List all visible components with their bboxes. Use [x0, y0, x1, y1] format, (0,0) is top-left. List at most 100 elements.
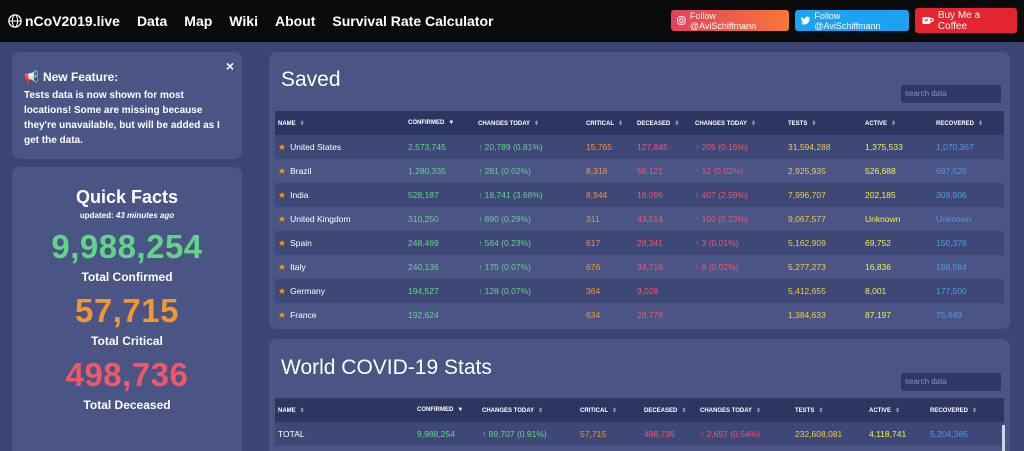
table-row[interactable]: ★ India 528,187 ↑ 18,741 (3.68%) 8,944 16,096… — [275, 183, 1004, 207]
star-icon[interactable]: ★ — [278, 166, 286, 176]
world-table: NAME ⬍ CONFIRMED ▼ CHANGES TODAY ⬍ CRITICAL… — [275, 398, 1004, 446]
recovered-cell-text: 188,584 — [936, 262, 967, 272]
active-cell-text: 1,375,533 — [865, 142, 903, 152]
col-header-critical[interactable]: CRITICAL ⬍ — [583, 111, 634, 135]
country-name: ★ United States — [275, 135, 405, 159]
quick-facts-panel: Quick Facts updated: 43 minutes ago 9,98… — [12, 167, 242, 451]
confirmed-cell: 1,280,335 — [405, 159, 475, 183]
confirmed-cell-text: 248,469 — [408, 238, 439, 248]
tests-cell: 1,384,633 — [785, 303, 862, 327]
table-row[interactable]: TOTAL 9,988,254 ↑ 89,707 (0.91%) 57,715 498,… — [275, 422, 1004, 446]
star-icon[interactable]: ★ — [278, 142, 286, 152]
active-cell-text: Unknown — [865, 214, 901, 224]
world-search-input[interactable]: search data — [901, 373, 1001, 391]
buy-coffee-button[interactable]: Buy Me a Coffee — [915, 8, 1017, 33]
twitter-follow-button[interactable]: Follow @AviSchiffmann — [795, 10, 909, 31]
confirmed-change-cell: ↑ 89,707 (0.91%) — [479, 422, 577, 446]
col-header-active[interactable]: ACTIVE ⬍ — [866, 398, 927, 422]
confirmed-change-cell-text: ↑ 128 (0.07%) — [478, 286, 531, 296]
col-header-name[interactable]: NAME ⬍ — [275, 398, 414, 422]
confirmed-change-cell — [475, 303, 583, 327]
nav-link-data[interactable]: Data — [137, 13, 167, 29]
table-scrollbar[interactable] — [1002, 425, 1005, 451]
col-header-name[interactable]: NAME ⬍ — [275, 111, 405, 135]
confirmed-cell-text: 194,527 — [408, 286, 439, 296]
deceased-cell-text: 9,026 — [637, 286, 659, 296]
confirmed-cell-text: 9,988,254 — [417, 429, 455, 439]
deceased-change-cell: ↑ 205 (0.16%) — [692, 135, 785, 159]
critical-cell-text: 617 — [586, 238, 601, 248]
star-icon[interactable]: ★ — [278, 286, 286, 296]
active-cell-text: 4,118,741 — [869, 429, 907, 439]
col-header-changes-today[interactable]: CHANGES TODAY ⬍ — [479, 398, 577, 422]
deceased-cell: 498,736 — [641, 422, 697, 446]
star-icon[interactable]: ★ — [278, 238, 286, 248]
table-row[interactable]: ★ United Kingdom 310,250 ↑ 890 (0.29%) 311 43… — [275, 207, 1004, 231]
recovered-cell: 5,204,385 — [927, 422, 1004, 446]
critical-cell-text: 311 — [586, 214, 600, 224]
table-row[interactable]: ★ United States 2,573,745 ↑ 20,789 (0.81%) 1… — [275, 135, 1004, 159]
tests-cell: 5,412,655 — [785, 279, 862, 303]
close-icon[interactable]: × — [226, 58, 234, 74]
nav-link-map[interactable]: Map — [184, 13, 212, 29]
confirmed-cell-text: 310,250 — [408, 214, 439, 224]
col-header-deaths-changes-today[interactable]: CHANGES TODAY ⬍ — [697, 398, 792, 422]
deceased-change-cell: ↑ 3 (0.01%) — [692, 231, 785, 255]
confirmed-change-cell: ↑ 128 (0.07%) — [475, 279, 583, 303]
confirmed-change-cell-text: ↑ 890 (0.29%) — [478, 214, 531, 224]
critical-cell: 311 — [583, 207, 634, 231]
active-cell-text: 526,688 — [865, 166, 896, 176]
deceased-cell: 34,716 — [634, 255, 692, 279]
star-icon[interactable]: ★ — [278, 262, 286, 272]
col-header-deaths-changes-today[interactable]: CHANGES TODAY ⬍ — [692, 111, 785, 135]
critical-cell: 676 — [583, 255, 634, 279]
table-row[interactable]: ★ Spain 248,469 ↑ 564 (0.23%) 617 28,341 ↑ 3 (… — [275, 231, 1004, 255]
nav-link-about[interactable]: About — [275, 13, 315, 29]
twitter-icon — [801, 16, 810, 25]
col-header-active[interactable]: ACTIVE ⬍ — [862, 111, 933, 135]
col-header-deceased[interactable]: DECEASED ⬍ — [634, 111, 692, 135]
confirmed-cell: 192,624 — [405, 303, 475, 327]
brand-link[interactable]: nCoV2019.live — [8, 13, 120, 29]
nav-link-wiki[interactable]: Wiki — [229, 13, 258, 29]
country-name: ★ India — [275, 183, 405, 207]
col-header-tests[interactable]: TESTS ⬍ — [785, 111, 862, 135]
col-header-confirmed[interactable]: CONFIRMED ▼ — [405, 111, 475, 135]
saved-header-row: NAME ⬍ CONFIRMED ▼ CHANGES TODAY ⬍ CRITICAL… — [275, 111, 1004, 135]
star-icon[interactable]: ★ — [278, 214, 286, 224]
instagram-follow-button[interactable]: Follow @AviSchiffmann — [671, 10, 789, 31]
recovered-cell: 188,584 — [933, 255, 1004, 279]
deceased-cell-text: 34,716 — [637, 262, 663, 272]
tests-cell-text: 5,277,273 — [788, 262, 826, 272]
table-row[interactable]: ★ France 192,624 634 29,778 1,384,633 87,197 75… — [275, 303, 1004, 327]
col-header-changes-today[interactable]: CHANGES TODAY ⬍ — [475, 111, 583, 135]
recovered-cell-text: 309,906 — [936, 190, 967, 200]
col-header-tests[interactable]: TESTS ⬍ — [792, 398, 866, 422]
col-header-critical[interactable]: CRITICAL ⬍ — [577, 398, 641, 422]
confirmed-cell-text: 240,136 — [408, 262, 439, 272]
nav-link-survival-calculator[interactable]: Survival Rate Calculator — [332, 13, 493, 29]
col-header-recovered[interactable]: RECOVERED ⬍ — [927, 398, 1004, 422]
saved-search-input[interactable]: search data — [901, 85, 1001, 103]
confirmed-cell: 528,187 — [405, 183, 475, 207]
table-row[interactable]: ★ Germany 194,527 ↑ 128 (0.07%) 364 9,026 5,41… — [275, 279, 1004, 303]
deceased-cell: 43,514 — [634, 207, 692, 231]
confirmed-change-cell-text: ↑ 564 (0.23%) — [478, 238, 531, 248]
table-row[interactable]: ★ Italy 240,136 ↑ 175 (0.07%) 676 34,716 ↑ 8 (… — [275, 255, 1004, 279]
table-row[interactable]: ★ Brazil 1,280,335 ↑ 281 (0.02%) 8,318 56,121… — [275, 159, 1004, 183]
tests-cell-text: 5,412,655 — [788, 286, 826, 296]
confirmed-change-cell: ↑ 20,789 (0.81%) — [475, 135, 583, 159]
col-header-confirmed[interactable]: CONFIRMED ▼ — [414, 398, 479, 422]
active-cell: 202,185 — [862, 183, 933, 207]
globe-icon — [8, 14, 22, 28]
critical-cell-text: 8,318 — [586, 166, 608, 176]
tests-cell: 31,594,288 — [785, 135, 862, 159]
star-icon[interactable]: ★ — [278, 310, 286, 320]
col-header-deceased[interactable]: DECEASED ⬍ — [641, 398, 697, 422]
confirmed-change-cell: ↑ 175 (0.07%) — [475, 255, 583, 279]
deceased-cell: 9,026 — [634, 279, 692, 303]
saved-table: NAME ⬍ CONFIRMED ▼ CHANGES TODAY ⬍ CRITICAL… — [275, 111, 1004, 327]
star-icon[interactable]: ★ — [278, 190, 286, 200]
twitter-follow-label: Follow @AviSchiffmann — [814, 10, 881, 31]
col-header-recovered[interactable]: RECOVERED ⬍ — [933, 111, 1004, 135]
